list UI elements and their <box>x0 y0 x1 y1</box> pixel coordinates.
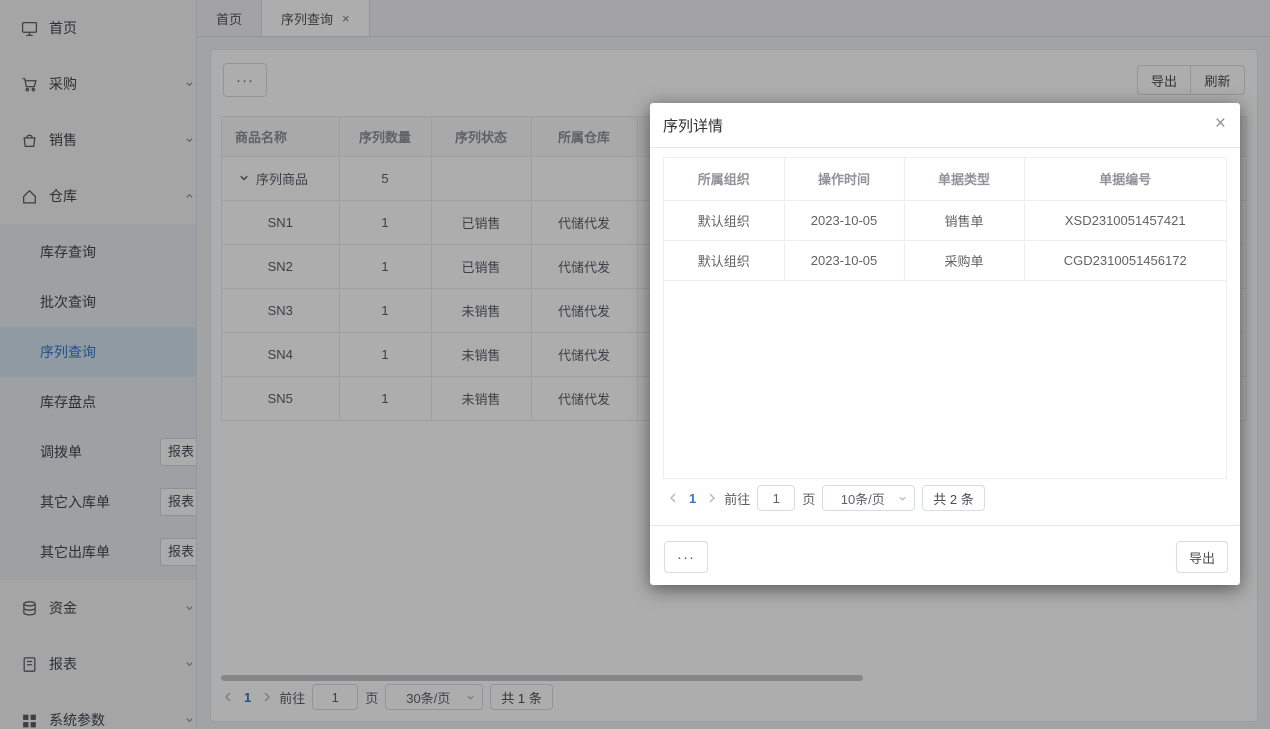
modal-header: 序列详情 × <box>650 103 1240 148</box>
total-count-badge: 共 2 条 <box>922 485 984 511</box>
page-size-value: 10条/页 <box>841 489 885 508</box>
table-row[interactable]: 默认组织 2023-10-05 销售单 XSD2310051457421 <box>664 200 1226 240</box>
next-page-icon[interactable] <box>707 492 717 504</box>
modal-footer: ··· 导出 <box>650 525 1240 585</box>
col-doc-number: 单据编号 <box>1024 158 1226 200</box>
cell-doc-type: 采购单 <box>904 240 1024 280</box>
table-row[interactable]: 默认组织 2023-10-05 采购单 CGD2310051456172 <box>664 240 1226 280</box>
page-unit-label: 页 <box>802 489 815 508</box>
prev-page-icon[interactable] <box>668 492 678 504</box>
cell-operation-time: 2023-10-05 <box>784 240 904 280</box>
col-doc-type: 单据类型 <box>904 158 1024 200</box>
modal-more-button[interactable]: ··· <box>664 541 708 573</box>
goto-label: 前往 <box>724 489 750 508</box>
page-jump-input[interactable] <box>757 485 795 511</box>
col-organization: 所属组织 <box>664 158 784 200</box>
app-root: 首页 采购 销售 仓库 <box>0 0 1270 729</box>
modal-pagination: 1 前往 页 10条/页 共 2 条 <box>668 485 992 511</box>
close-icon[interactable]: × <box>1215 113 1226 135</box>
detail-table: 所属组织 操作时间 单据类型 单据编号 默认组织 2023-10-05 销售单 … <box>663 157 1227 479</box>
modal-title: 序列详情 <box>663 115 723 136</box>
page-number[interactable]: 1 <box>685 491 700 506</box>
page-size-select[interactable]: 10条/页 <box>822 485 915 511</box>
cell-organization: 默认组织 <box>664 240 784 280</box>
serial-detail-modal: 序列详情 × 所属组织 操作时间 单据类型 单据编号 默认组织 2023-10-… <box>650 103 1240 585</box>
modal-export-button[interactable]: 导出 <box>1176 541 1228 573</box>
chevron-down-icon <box>898 494 907 503</box>
cell-operation-time: 2023-10-05 <box>784 200 904 240</box>
table-header-row: 所属组织 操作时间 单据类型 单据编号 <box>664 158 1226 200</box>
col-operation-time: 操作时间 <box>784 158 904 200</box>
cell-doc-type: 销售单 <box>904 200 1024 240</box>
cell-doc-number: XSD2310051457421 <box>1024 200 1226 240</box>
cell-doc-number: CGD2310051456172 <box>1024 240 1226 280</box>
cell-organization: 默认组织 <box>664 200 784 240</box>
